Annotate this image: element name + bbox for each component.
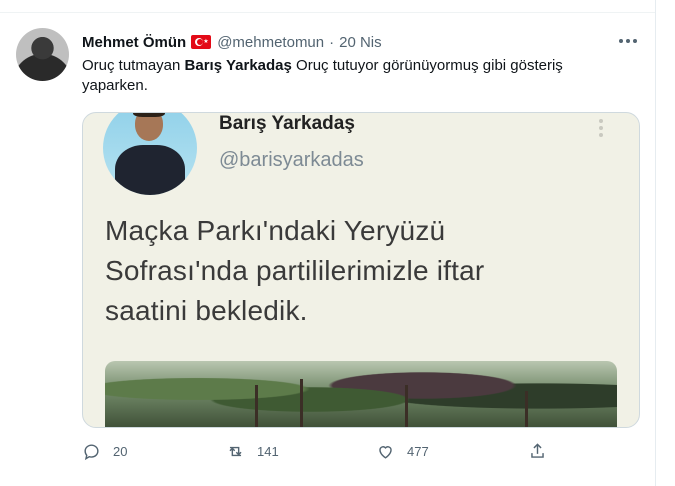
retweet-count: 141	[257, 443, 279, 459]
reply-icon	[84, 443, 99, 460]
tweet-text: Oruç tutmayan Barış Yarkadaş Oruç tutuyo…	[82, 56, 627, 96]
author-name[interactable]: Mehmet Ömün	[82, 34, 186, 51]
embedded-photo	[105, 361, 617, 427]
like-count: 477	[407, 443, 429, 459]
timeline-border	[655, 0, 656, 486]
embedded-author-handle: @barisyarkadas	[219, 149, 364, 171]
retweet-button[interactable]: 141	[226, 440, 279, 462]
retweet-icon	[229, 446, 242, 456]
embedded-tweet-text: Maçka Parkı'ndaki Yeryüzü Sofrası'nda pa…	[105, 215, 485, 326]
top-divider	[0, 0, 655, 13]
embedded-more-icon	[599, 119, 603, 137]
reply-count: 20	[113, 443, 128, 459]
share-button[interactable]	[528, 440, 547, 462]
separator-dot: ·	[329, 33, 335, 51]
reply-button[interactable]: 20	[82, 440, 127, 462]
tweet-date[interactable]: 20 Nis	[339, 34, 382, 51]
share-icon	[531, 442, 544, 458]
author-handle[interactable]: @mehmetomun	[217, 34, 324, 51]
author-avatar[interactable]	[16, 28, 69, 81]
tweet-image[interactable]: Barış Yarkadaş @barisyarkadas Maçka Park…	[82, 112, 640, 428]
like-icon	[379, 445, 392, 459]
tweet-text-start: Oruç tutmayan	[82, 57, 185, 74]
tweet-header: Mehmet Ömün ★ @mehmetomun · 20 Nis	[82, 32, 382, 52]
embedded-avatar	[103, 113, 197, 195]
turkey-flag-icon: ★	[191, 35, 212, 49]
tweet-actions: 20 141 477	[82, 440, 552, 462]
like-button[interactable]: 477	[376, 440, 429, 462]
embedded-author-name: Barış Yarkadaş	[219, 113, 355, 134]
mentioned-name: Barış Yarkadaş	[184, 57, 292, 74]
more-options-icon[interactable]	[614, 31, 642, 51]
